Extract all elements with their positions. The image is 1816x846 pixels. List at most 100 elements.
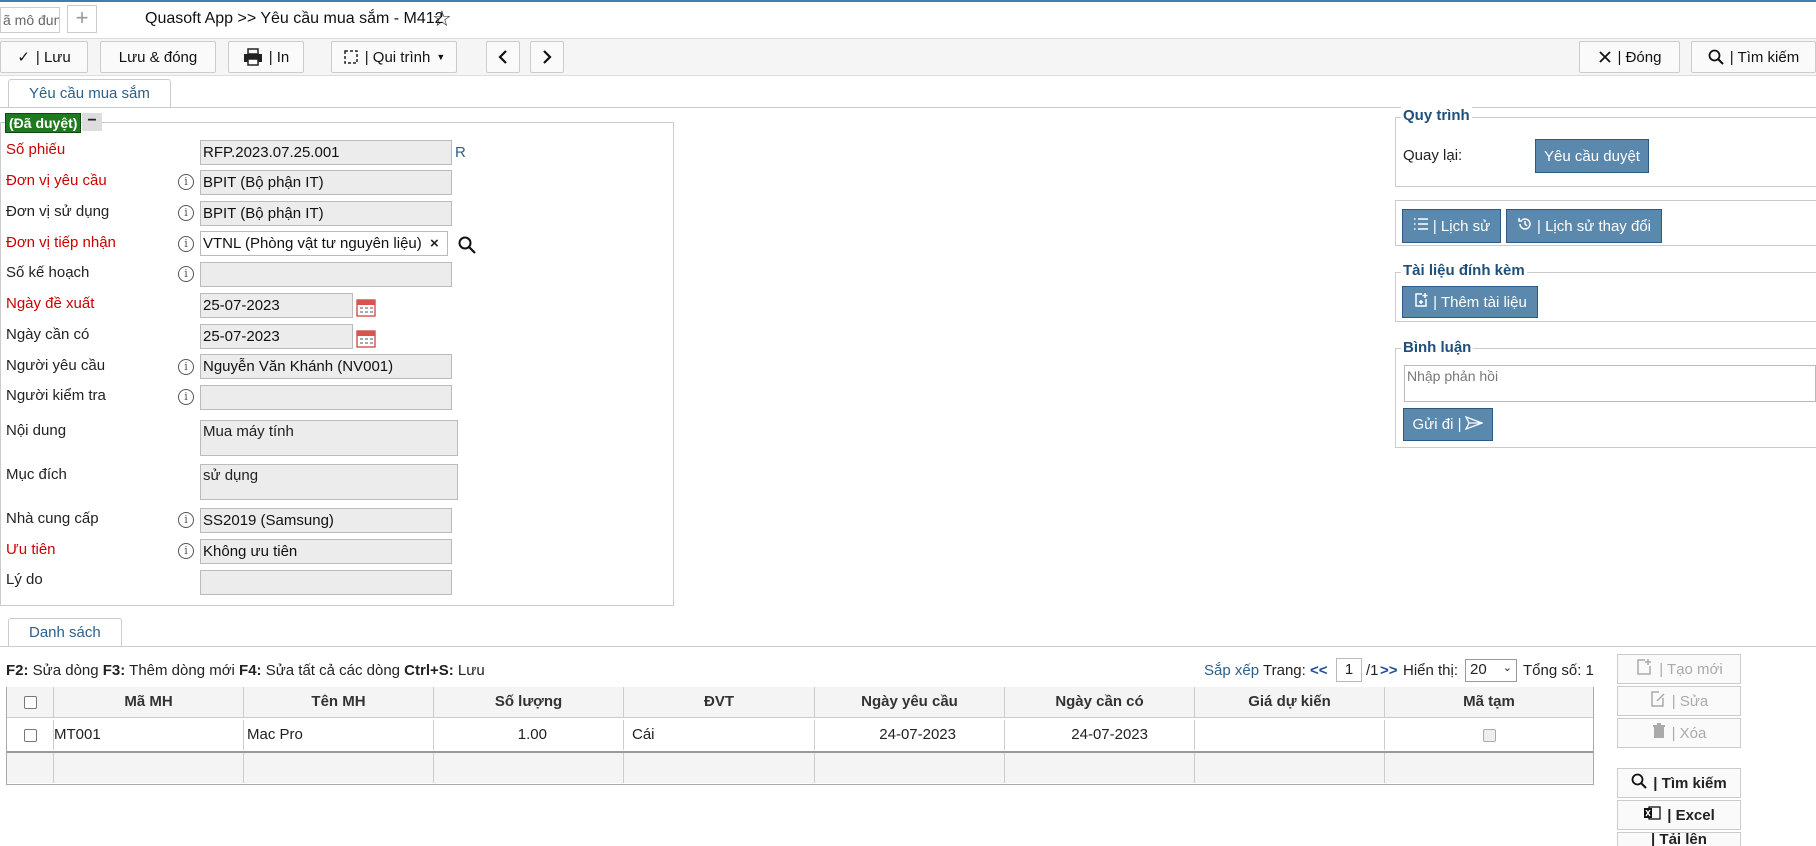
col-header[interactable]: Ngày yêu cầu bbox=[815, 687, 1005, 717]
workflow-title: Quy trình bbox=[1401, 107, 1472, 124]
info-icon[interactable]: i bbox=[178, 359, 194, 375]
list-tab-underline bbox=[0, 646, 1816, 647]
history-icon bbox=[1517, 216, 1533, 236]
nguoi-kiem-tra-field[interactable] bbox=[200, 385, 452, 410]
empty-cell[interactable] bbox=[815, 753, 1005, 783]
so-phieu-label: Số phiếu bbox=[6, 141, 66, 158]
col-header[interactable]: Mã tạm bbox=[1385, 687, 1593, 717]
toolbar-search-button[interactable]: | Tìm kiếm bbox=[1691, 41, 1816, 73]
first-page-link[interactable]: << bbox=[1310, 662, 1328, 679]
info-icon[interactable]: i bbox=[178, 543, 194, 559]
save-button[interactable]: ✓ | Lưu bbox=[0, 41, 88, 73]
row-checkbox[interactable] bbox=[23, 728, 37, 742]
col-header[interactable]: Số lượng bbox=[434, 687, 624, 717]
search-icon[interactable] bbox=[458, 236, 476, 258]
select-all-checkbox[interactable] bbox=[23, 695, 37, 709]
nguoi-yeu-cau-field[interactable]: Nguyễn Văn Khánh (NV001) bbox=[200, 354, 452, 379]
calendar-icon[interactable] bbox=[356, 328, 376, 348]
clear-icon[interactable]: × bbox=[430, 235, 439, 252]
empty-cell[interactable] bbox=[624, 753, 815, 783]
empty-cell[interactable] bbox=[54, 753, 244, 783]
plus-icon: + bbox=[75, 5, 89, 30]
module-search-input[interactable]: ã mô đun bbox=[0, 7, 60, 33]
create-new-button[interactable]: | Tạo mới bbox=[1617, 654, 1741, 684]
cell-gia-du-kien[interactable] bbox=[1195, 720, 1385, 750]
don-vi-tiep-nhan-field[interactable]: VTNL (Phòng vật tư nguyên liệu) bbox=[200, 231, 448, 256]
info-icon[interactable]: i bbox=[178, 236, 194, 252]
nha-cung-cap-field[interactable]: SS2019 (Samsung) bbox=[200, 508, 452, 533]
cell-so-luong[interactable]: 1.00 bbox=[434, 720, 624, 750]
info-icon[interactable]: i bbox=[178, 205, 194, 221]
empty-cell[interactable] bbox=[244, 753, 434, 783]
cell-ngay-can-co[interactable]: 24-07-2023 bbox=[1005, 720, 1195, 750]
nha-cung-cap-label: Nhà cung cấp bbox=[6, 510, 99, 527]
add-document-button[interactable]: | Thêm tài liệu bbox=[1402, 286, 1538, 318]
ngay-can-co-field[interactable]: 25-07-2023 bbox=[200, 324, 353, 349]
info-icon[interactable]: i bbox=[178, 174, 194, 190]
next-page-link[interactable]: >> bbox=[1380, 662, 1398, 679]
empty-cell[interactable] bbox=[434, 753, 624, 783]
info-icon[interactable]: i bbox=[178, 512, 194, 528]
cell-ten-mh[interactable]: Mac Pro bbox=[244, 720, 434, 750]
cell-dvt[interactable]: Cái bbox=[624, 720, 815, 750]
empty-cell[interactable] bbox=[1005, 753, 1195, 783]
so-ke-hoach-field[interactable] bbox=[200, 262, 452, 287]
info-icon[interactable]: i bbox=[178, 266, 194, 282]
page-size-select[interactable]: 20 ⌄ bbox=[1465, 659, 1517, 682]
send-comment-button[interactable]: Gửi đi | bbox=[1403, 408, 1493, 441]
previous-record-button[interactable] bbox=[486, 41, 520, 73]
excel-export-button[interactable]: | Excel bbox=[1617, 800, 1741, 830]
uu-tien-field[interactable]: Không ưu tiên bbox=[200, 539, 452, 564]
page-number-input[interactable]: 1 bbox=[1336, 658, 1362, 682]
col-header[interactable]: Giá dự kiến bbox=[1195, 687, 1385, 717]
calendar-icon[interactable] bbox=[356, 297, 376, 317]
don-vi-su-dung-field[interactable]: BPIT (Bộ phận IT) bbox=[200, 201, 452, 226]
upload-button[interactable]: | Tải lên bbox=[1617, 832, 1741, 846]
close-button[interactable]: | Đóng bbox=[1579, 41, 1680, 73]
collapse-button[interactable]: − bbox=[82, 113, 102, 131]
ma-tam-checkbox[interactable] bbox=[1482, 728, 1496, 742]
request-approval-button[interactable]: Yêu cầu duyệt bbox=[1535, 139, 1649, 173]
cell-ma-mh[interactable]: MT001 bbox=[54, 720, 244, 750]
workflow-button[interactable]: | Qui trình ▼ bbox=[331, 41, 457, 73]
back-label: Quay lại: bbox=[1403, 147, 1463, 164]
save-close-button[interactable]: Lưu & đóng bbox=[100, 41, 216, 73]
info-icon[interactable]: i bbox=[178, 389, 194, 405]
favorite-star-icon[interactable]: ☆ bbox=[432, 6, 452, 32]
empty-cell[interactable] bbox=[1195, 753, 1385, 783]
sort-link[interactable]: Sắp xếp bbox=[1204, 662, 1259, 679]
grid-search-button[interactable]: | Tìm kiếm bbox=[1617, 768, 1741, 798]
empty-cell[interactable] bbox=[7, 753, 54, 783]
col-header[interactable]: Ngày cần có bbox=[1005, 687, 1195, 717]
col-header[interactable]: Mã MH bbox=[54, 687, 244, 717]
col-header[interactable]: Tên MH bbox=[244, 687, 434, 717]
tab-list[interactable]: Danh sách bbox=[8, 618, 122, 646]
select-all-cell bbox=[7, 687, 54, 717]
edit-button[interactable]: | Sửa bbox=[1617, 686, 1741, 716]
add-module-button[interactable]: + bbox=[67, 5, 97, 33]
cell-ngay-yeu-cau[interactable]: 24-07-2023 bbox=[815, 720, 1005, 750]
empty-cell[interactable] bbox=[1385, 753, 1593, 783]
ly-do-field[interactable] bbox=[200, 570, 452, 595]
change-history-button[interactable]: | Lịch sử thay đổi bbox=[1506, 209, 1662, 243]
search-icon bbox=[1708, 49, 1724, 65]
history-button[interactable]: | Lịch sử bbox=[1402, 209, 1501, 243]
uu-tien-label: Ưu tiên bbox=[6, 541, 56, 558]
ngay-de-xuat-field[interactable]: 25-07-2023 bbox=[200, 293, 353, 318]
noi-dung-field[interactable]: Mua máy tính bbox=[200, 420, 458, 456]
col-header[interactable]: ĐVT bbox=[624, 687, 815, 717]
print-button[interactable]: | In bbox=[228, 41, 304, 73]
muc-dich-field[interactable]: sử dụng bbox=[200, 464, 458, 500]
status-badge: (Đã duyệt) bbox=[5, 113, 82, 133]
so-phieu-field[interactable]: RFP.2023.07.25.001 bbox=[200, 140, 452, 165]
don-vi-yeu-cau-field[interactable]: BPIT (Bộ phận IT) bbox=[200, 170, 452, 195]
caret-down-icon: ▼ bbox=[436, 52, 446, 62]
send-icon bbox=[1465, 415, 1485, 434]
tab-purchase-request[interactable]: Yêu cầu mua sắm bbox=[8, 79, 171, 107]
page-total: /1 bbox=[1366, 662, 1379, 679]
tab-underline bbox=[0, 107, 1816, 108]
muc-dich-label: Mục đích bbox=[6, 466, 67, 483]
delete-button[interactable]: | Xóa bbox=[1617, 718, 1741, 748]
next-record-button[interactable] bbox=[530, 41, 564, 73]
comment-input[interactable]: Nhập phản hồi bbox=[1404, 365, 1816, 402]
